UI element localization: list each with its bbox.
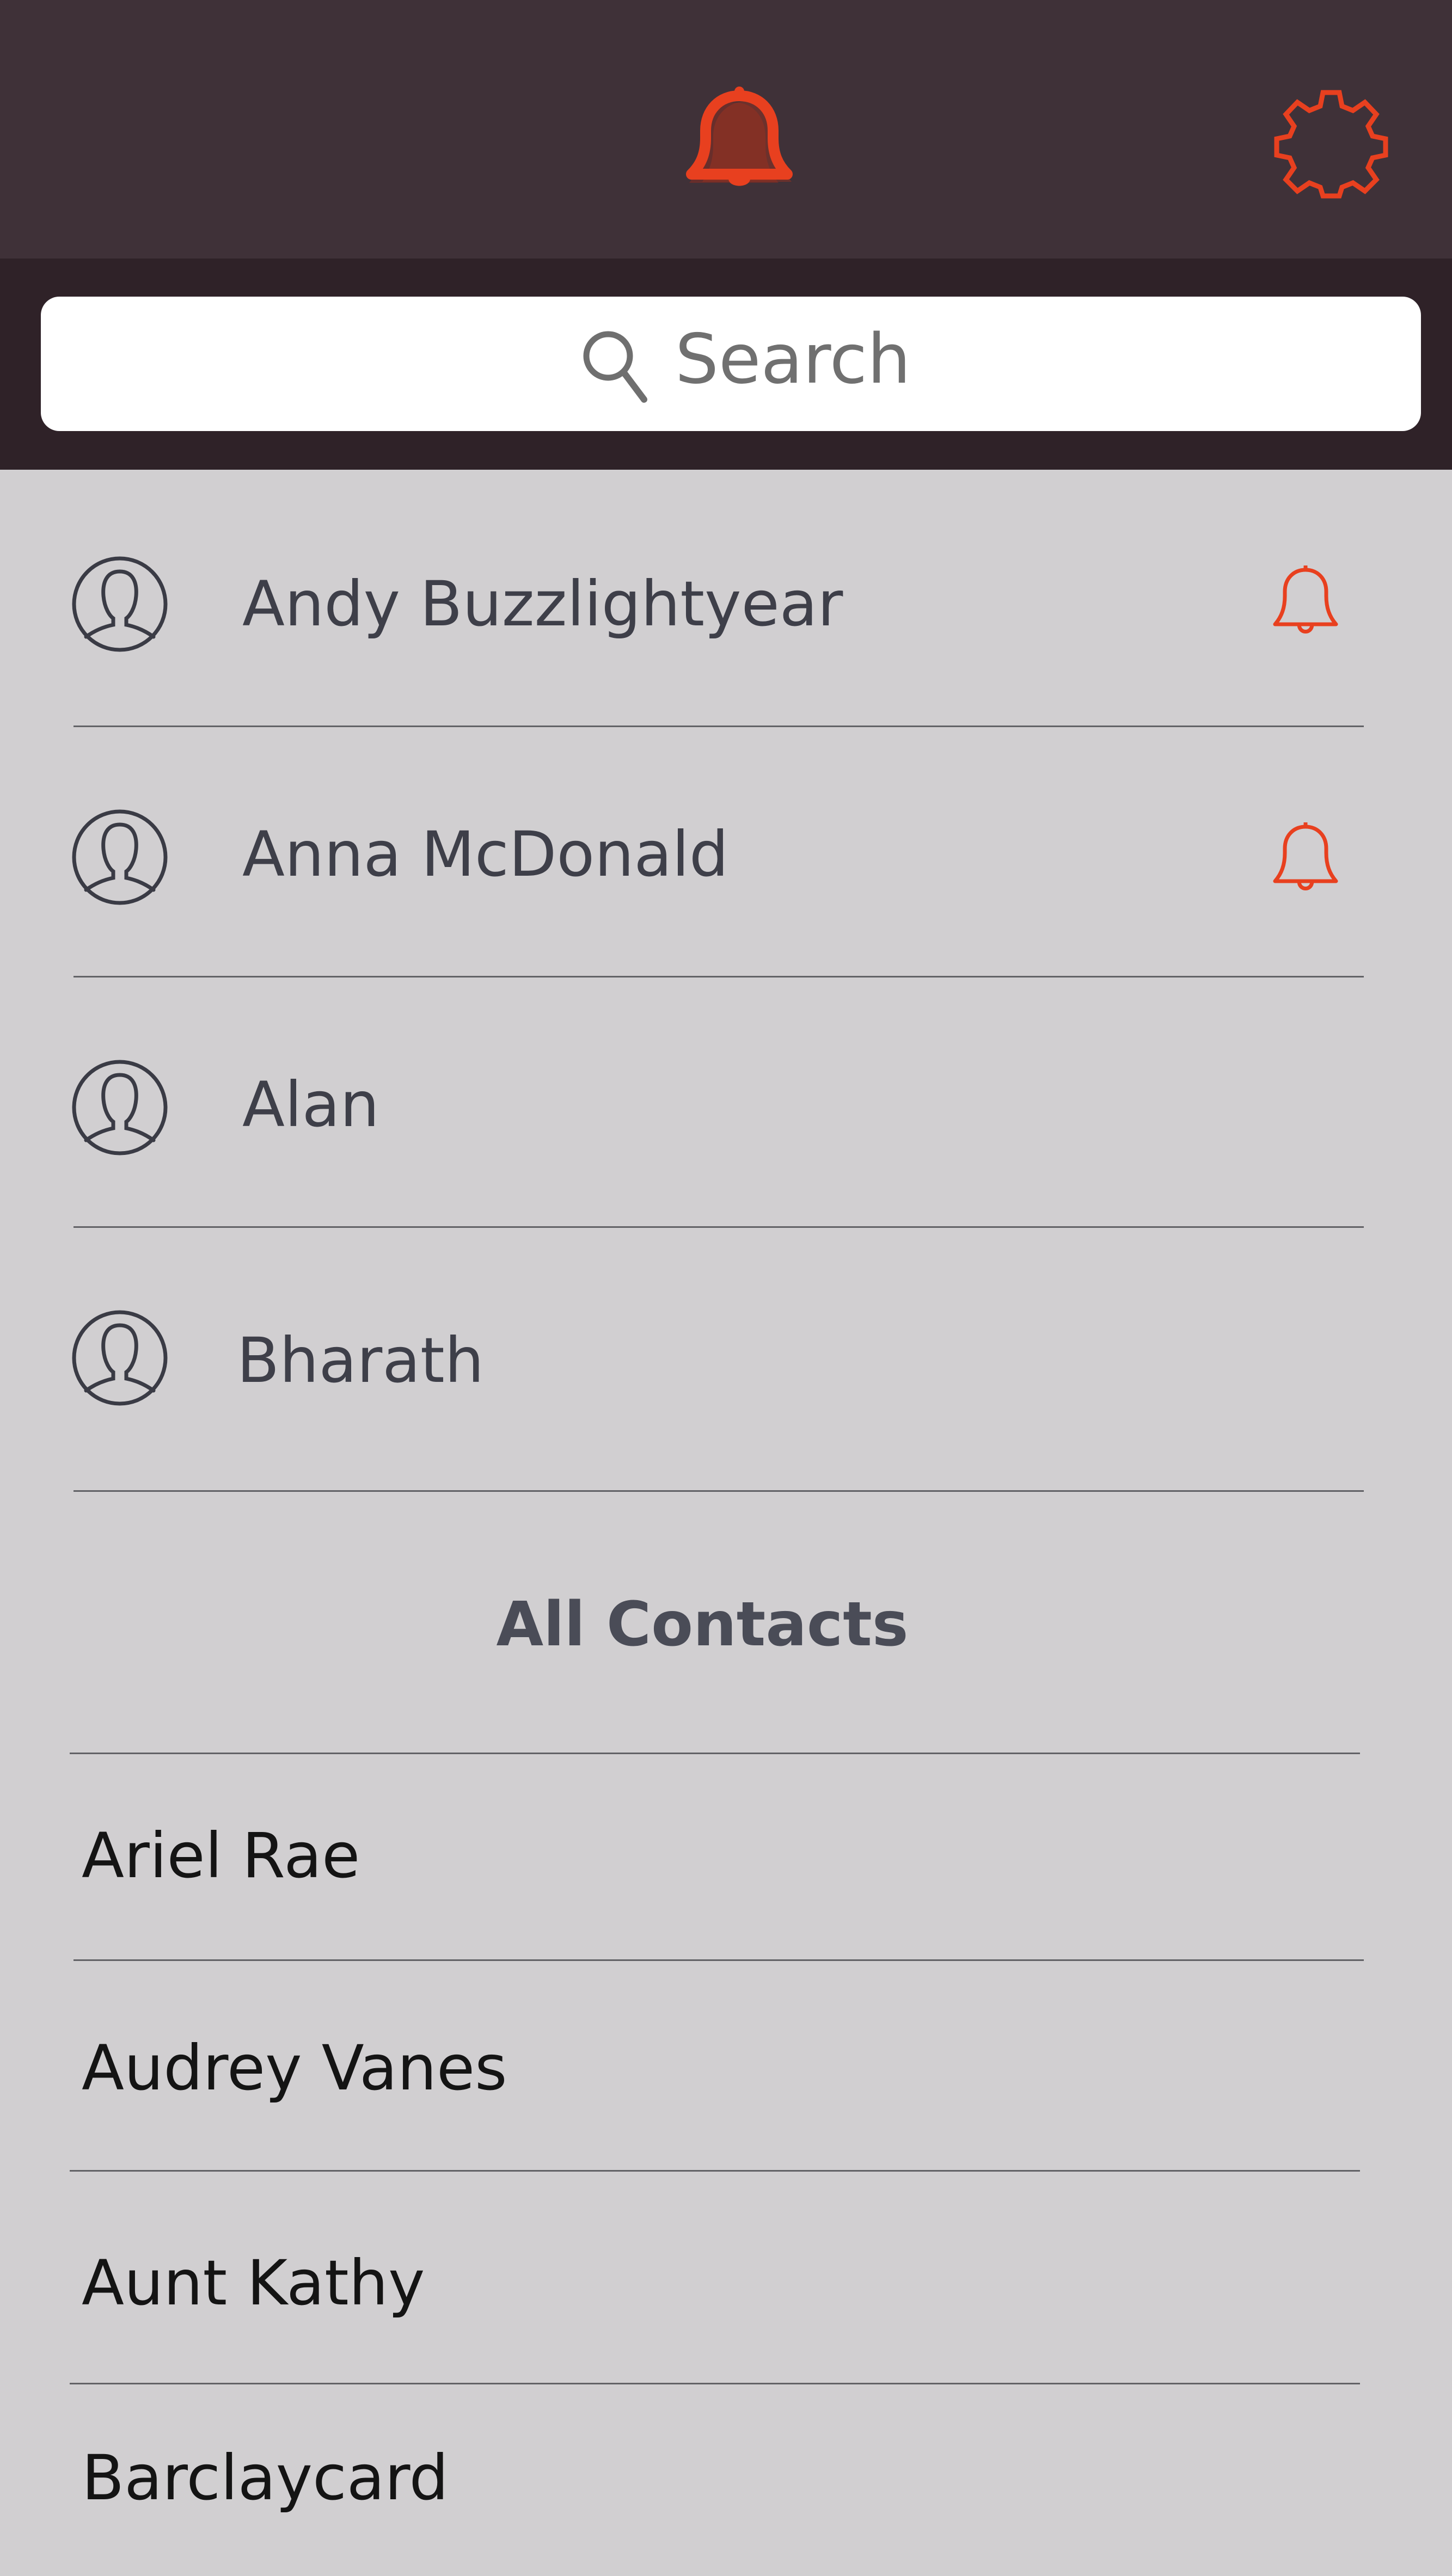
notification-bell-icon[interactable] — [1269, 563, 1342, 637]
gear-icon[interactable] — [1271, 82, 1391, 201]
avatar-icon — [72, 1060, 168, 1155]
avatar-icon — [72, 809, 168, 905]
top-bar — [0, 0, 1452, 259]
contact-name: Andy Buzzlightyear — [242, 568, 843, 640]
contact-list-item[interactable]: Aunt Kathy — [82, 2242, 425, 2324]
divider — [70, 2170, 1360, 2172]
avatar-icon — [72, 1310, 168, 1406]
favorite-contact-row[interactable]: Andy Buzzlightyear — [0, 476, 1452, 727]
favorite-contact-row[interactable]: Anna McDonald — [0, 727, 1452, 977]
contact-name: Bharath — [237, 1324, 484, 1397]
contact-list-item[interactable]: Audrey Vanes — [82, 2027, 507, 2109]
section-title: All Contacts — [496, 1589, 909, 1660]
avatar-icon — [72, 556, 168, 652]
contacts-screen: Search Andy Buzzlightyear Anna McDonald — [0, 0, 1452, 2576]
search-placeholder: Search — [675, 319, 911, 399]
favorite-contact-row[interactable]: Bharath — [0, 1227, 1452, 1478]
divider — [73, 1490, 1364, 1492]
favorite-contact-row[interactable]: Alan — [0, 977, 1452, 1227]
contact-list-item[interactable]: Ariel Rae — [82, 1815, 360, 1897]
search-icon — [583, 331, 647, 403]
divider — [70, 1753, 1360, 1754]
bell-icon[interactable] — [670, 82, 806, 199]
notification-bell-icon[interactable] — [1269, 820, 1342, 894]
contact-name: Anna McDonald — [242, 818, 729, 890]
contact-list-item[interactable]: Barclaycard — [82, 2437, 449, 2519]
divider — [73, 1959, 1364, 1961]
divider — [70, 2383, 1360, 2384]
contact-name: Alan — [242, 1068, 379, 1141]
